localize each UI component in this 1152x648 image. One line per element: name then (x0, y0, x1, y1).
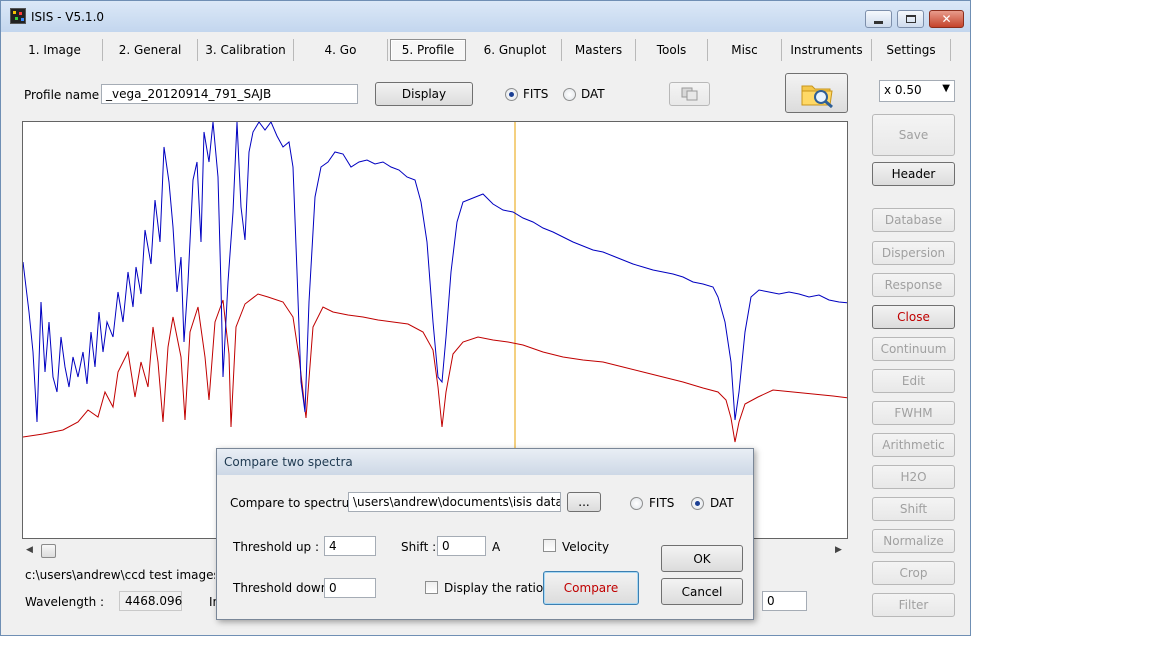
tab-calibration[interactable]: 3. Calibration (198, 39, 294, 61)
velocity-label: Velocity (562, 540, 610, 554)
threshold-up-label: Threshold up : (233, 540, 320, 554)
dialog-title-bar[interactable]: Compare two spectra (217, 449, 753, 475)
chevron-down-icon: ▼ (942, 83, 950, 94)
fwhm-button[interactable]: FWHM (872, 401, 955, 425)
threshold-down-input[interactable]: 0 (324, 578, 376, 598)
fits-label: FITS (523, 87, 549, 101)
profile-name-input[interactable]: _vega_20120914_791_SAJB (101, 84, 358, 104)
continuum-button[interactable]: Continuum (872, 337, 955, 361)
ok-button[interactable]: OK (661, 545, 743, 572)
tab-go[interactable]: 4. Go (294, 39, 388, 61)
cancel-button[interactable]: Cancel (661, 578, 743, 605)
minimize-button[interactable] (865, 10, 892, 28)
tab-gnuplot[interactable]: 6. Gnuplot (469, 39, 562, 61)
main-window: ISIS - V5.1.0 ✕ 1. Image 2. General 3. C… (0, 0, 971, 636)
tab-misc[interactable]: Misc (708, 39, 782, 61)
tab-general[interactable]: 2. General (103, 39, 198, 61)
tab-bar: 1. Image 2. General 3. Calibration 4. Go… (7, 37, 962, 63)
file-path-text: c:\users\andrew\ccd test images\isis\tu (25, 568, 215, 582)
response-button[interactable]: Response (872, 273, 955, 297)
database-button[interactable]: Database (872, 208, 955, 232)
profile-name-label: Profile name : (24, 88, 108, 102)
scroll-thumb[interactable] (41, 544, 56, 558)
folder-search-icon (801, 85, 833, 108)
profile-spectrum-line (23, 122, 847, 423)
close-button[interactable]: Close (872, 305, 955, 329)
scroll-right-icon[interactable]: ▶ (835, 545, 842, 555)
wavelength-value: 4468.096 (119, 591, 182, 611)
tab-image[interactable]: 1. Image (7, 39, 103, 61)
shift-unit: A (492, 540, 501, 554)
fits-radio[interactable] (505, 88, 518, 101)
threshold-down-label: Threshold down : (233, 581, 337, 595)
dialog-fits-radio[interactable] (630, 497, 643, 510)
wavelength-label: Wavelength : (25, 595, 105, 609)
minimize-icon (874, 20, 883, 24)
compare-dialog: Compare two spectra Compare to spectrum … (216, 448, 754, 620)
save-button[interactable]: Save (872, 114, 955, 156)
copy-icon (681, 87, 697, 101)
edit-button[interactable]: Edit (872, 369, 955, 393)
dialog-title: Compare two spectra (224, 455, 353, 469)
threshold-up-input[interactable]: 4 (324, 536, 376, 556)
copy-button[interactable] (669, 82, 710, 106)
isis-app-icon (10, 8, 26, 24)
shift-input[interactable]: 0 (437, 536, 486, 556)
tab-profile[interactable]: 5. Profile (390, 39, 466, 61)
arithmetic-button[interactable]: Arithmetic (872, 433, 955, 457)
filter-button[interactable]: Filter (872, 593, 955, 617)
header-button[interactable]: Header (872, 162, 955, 186)
comparison-spectrum-line (23, 293, 847, 443)
display-ratio-label: Display the ratio (444, 581, 544, 595)
open-file-button[interactable] (785, 73, 848, 113)
dialog-dat-label: DAT (710, 496, 734, 510)
dialog-fits-label: FITS (649, 496, 675, 510)
zoom-select[interactable]: x 0.50 ▼ (879, 80, 955, 102)
zoom-value: x 0.50 (884, 83, 922, 97)
shift-label: Shift : (401, 540, 437, 554)
display-button[interactable]: Display (375, 82, 473, 106)
maximize-icon (905, 15, 916, 23)
normalize-button[interactable]: Normalize (872, 529, 955, 553)
velocity-checkbox[interactable] (543, 539, 556, 552)
crop-button[interactable]: Crop (872, 561, 955, 585)
close-icon: ✕ (941, 12, 952, 26)
maximize-button[interactable] (897, 10, 924, 28)
title-bar[interactable]: ISIS - V5.1.0 ✕ (1, 1, 970, 32)
dat-label: DAT (581, 87, 605, 101)
compare-spectrum-input[interactable]: \users\andrew\documents\isis data\p_a0v (348, 492, 561, 512)
close-window-button[interactable]: ✕ (929, 10, 964, 28)
tab-masters[interactable]: Masters (562, 39, 636, 61)
right-value-field[interactable]: 0 (762, 591, 807, 611)
dispersion-button[interactable]: Dispersion (872, 241, 955, 265)
dialog-dat-radio[interactable] (691, 497, 704, 510)
shift-button[interactable]: Shift (872, 497, 955, 521)
scroll-left-icon[interactable]: ◀ (26, 545, 33, 555)
tab-tools[interactable]: Tools (636, 39, 708, 61)
browse-button[interactable]: ... (567, 492, 601, 512)
tab-settings[interactable]: Settings (872, 39, 951, 61)
tab-instruments[interactable]: Instruments (782, 39, 872, 61)
display-ratio-checkbox[interactable] (425, 581, 438, 594)
h2o-button[interactable]: H2O (872, 465, 955, 489)
dat-radio[interactable] (563, 88, 576, 101)
compare-button[interactable]: Compare (543, 571, 639, 605)
window-title: ISIS - V5.1.0 (31, 10, 105, 24)
